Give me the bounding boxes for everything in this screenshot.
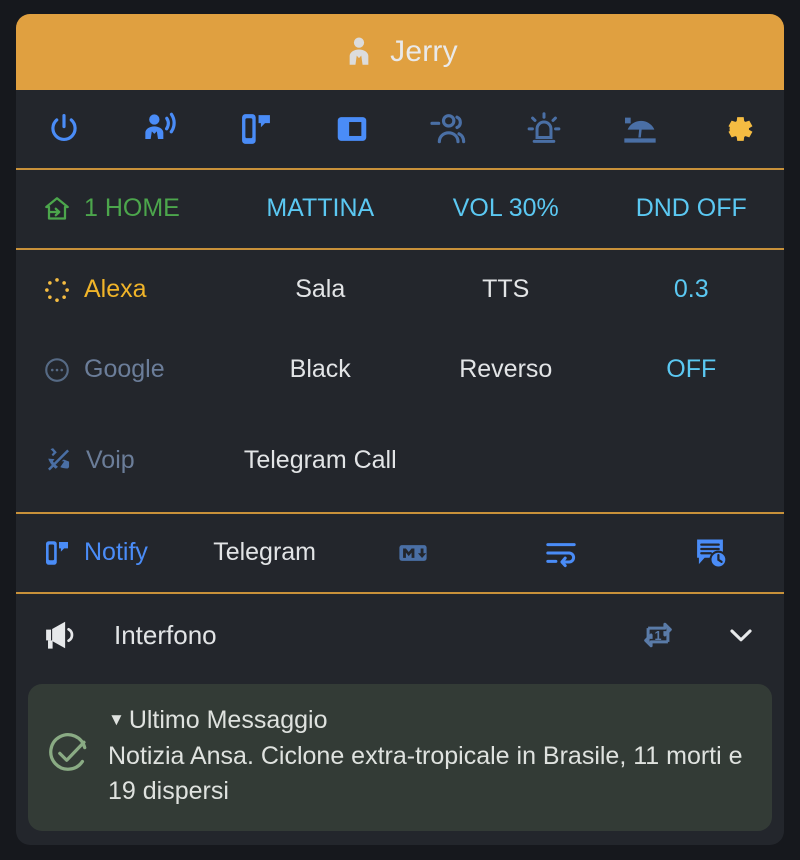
alarm-light-icon <box>525 110 563 148</box>
notify-label: Notify <box>84 538 148 567</box>
message-title-row[interactable]: ▼ Ultimo Messaggio <box>108 704 750 737</box>
text-wrap-button[interactable] <box>487 535 635 571</box>
alexa-target-cell[interactable]: Sala <box>228 274 414 305</box>
collapse-caret-icon[interactable]: ▼ <box>108 709 125 731</box>
message-history-button[interactable] <box>636 535 784 571</box>
beach-icon <box>620 109 660 149</box>
phone-off-icon <box>42 445 74 477</box>
text-wrap-icon <box>543 535 579 571</box>
google-value-cell[interactable]: OFF <box>599 354 785 385</box>
cellphone-message-icon <box>237 110 275 148</box>
alarm-button[interactable] <box>496 90 592 168</box>
settings-button[interactable] <box>688 90 784 168</box>
page-title: Jerry <box>390 35 458 68</box>
check-circle-outline-icon <box>46 730 92 776</box>
alexa-mode-cell[interactable]: TTS <box>413 274 599 305</box>
alexa-row: Alexa Sala TTS 0.3 <box>16 250 784 330</box>
svg-text:1: 1 <box>654 629 661 643</box>
announce-button[interactable] <box>112 90 208 168</box>
gear-icon <box>715 108 757 150</box>
entity-card: Jerry 1 HOME MATTINA VOL 30% DND OFF Ale… <box>16 14 784 845</box>
account-voice-icon <box>140 109 180 149</box>
dnd-cell[interactable]: DND OFF <box>599 193 785 224</box>
google-row: Google Black Reverso OFF <box>16 330 784 410</box>
notify-row: Notify Telegram <box>16 514 784 594</box>
chevron-down-icon[interactable] <box>724 618 758 652</box>
last-message-box[interactable]: ▼ Ultimo Messaggio Notizia Ansa. Ciclone… <box>28 684 772 831</box>
repeat-once-icon[interactable]: 1 <box>640 617 676 653</box>
volume-cell[interactable]: VOL 30% <box>413 193 599 224</box>
vacation-button[interactable] <box>592 90 688 168</box>
message-text-wrapper: ▼ Ultimo Messaggio Notizia Ansa. Ciclone… <box>108 702 750 809</box>
voip-label: Voip <box>86 446 135 475</box>
google-mode-cell[interactable]: Reverso <box>413 354 599 385</box>
message-title: Ultimo Messaggio <box>128 706 328 734</box>
message-body: Notizia Ansa. Ciclone extra-tropicale in… <box>108 741 743 805</box>
notify-toggle[interactable]: Notify <box>16 537 190 568</box>
status-row: 1 HOME MATTINA VOL 30% DND OFF <box>16 170 784 250</box>
message-text-clock-icon <box>692 535 728 571</box>
interfono-row: Interfono 1 <box>16 594 784 676</box>
cellphone-message-icon <box>42 538 72 568</box>
voip-toggle[interactable]: Voip <box>16 445 228 477</box>
power-button[interactable] <box>16 90 112 168</box>
square-inset-icon <box>333 110 371 148</box>
dots-circle-icon <box>42 355 72 385</box>
google-target-cell[interactable]: Black <box>228 354 414 385</box>
google-toggle[interactable]: Google <box>16 354 228 385</box>
notify-toolbar-button[interactable] <box>208 90 304 168</box>
bullhorn-icon <box>42 616 80 654</box>
alexa-toggle[interactable]: Alexa <box>16 274 228 305</box>
guest-button[interactable] <box>400 90 496 168</box>
notify-service-cell[interactable]: Telegram <box>190 537 338 568</box>
power-icon <box>45 110 83 148</box>
google-label: Google <box>84 355 165 384</box>
period-cell[interactable]: MATTINA <box>228 193 414 224</box>
alexa-value-cell[interactable]: 0.3 <box>599 274 785 305</box>
voip-row: Voip Telegram Call <box>16 410 784 514</box>
voip-target-cell[interactable]: Telegram Call <box>228 445 414 476</box>
home-import-outline-icon <box>42 194 72 224</box>
display-button[interactable] <box>304 90 400 168</box>
home-status-cell[interactable]: 1 HOME <box>16 193 228 224</box>
language-markdown-icon <box>396 536 430 570</box>
account-tie-icon <box>342 35 376 69</box>
alexa-dots-icon <box>42 275 72 305</box>
account-minus-icon <box>428 109 468 149</box>
markdown-button[interactable] <box>339 536 487 570</box>
home-status-label: 1 HOME <box>84 194 180 223</box>
alexa-label: Alexa <box>84 275 147 304</box>
interfono-label: Interfono <box>114 619 217 650</box>
icon-toolbar <box>16 90 784 170</box>
card-header: Jerry <box>16 14 784 90</box>
